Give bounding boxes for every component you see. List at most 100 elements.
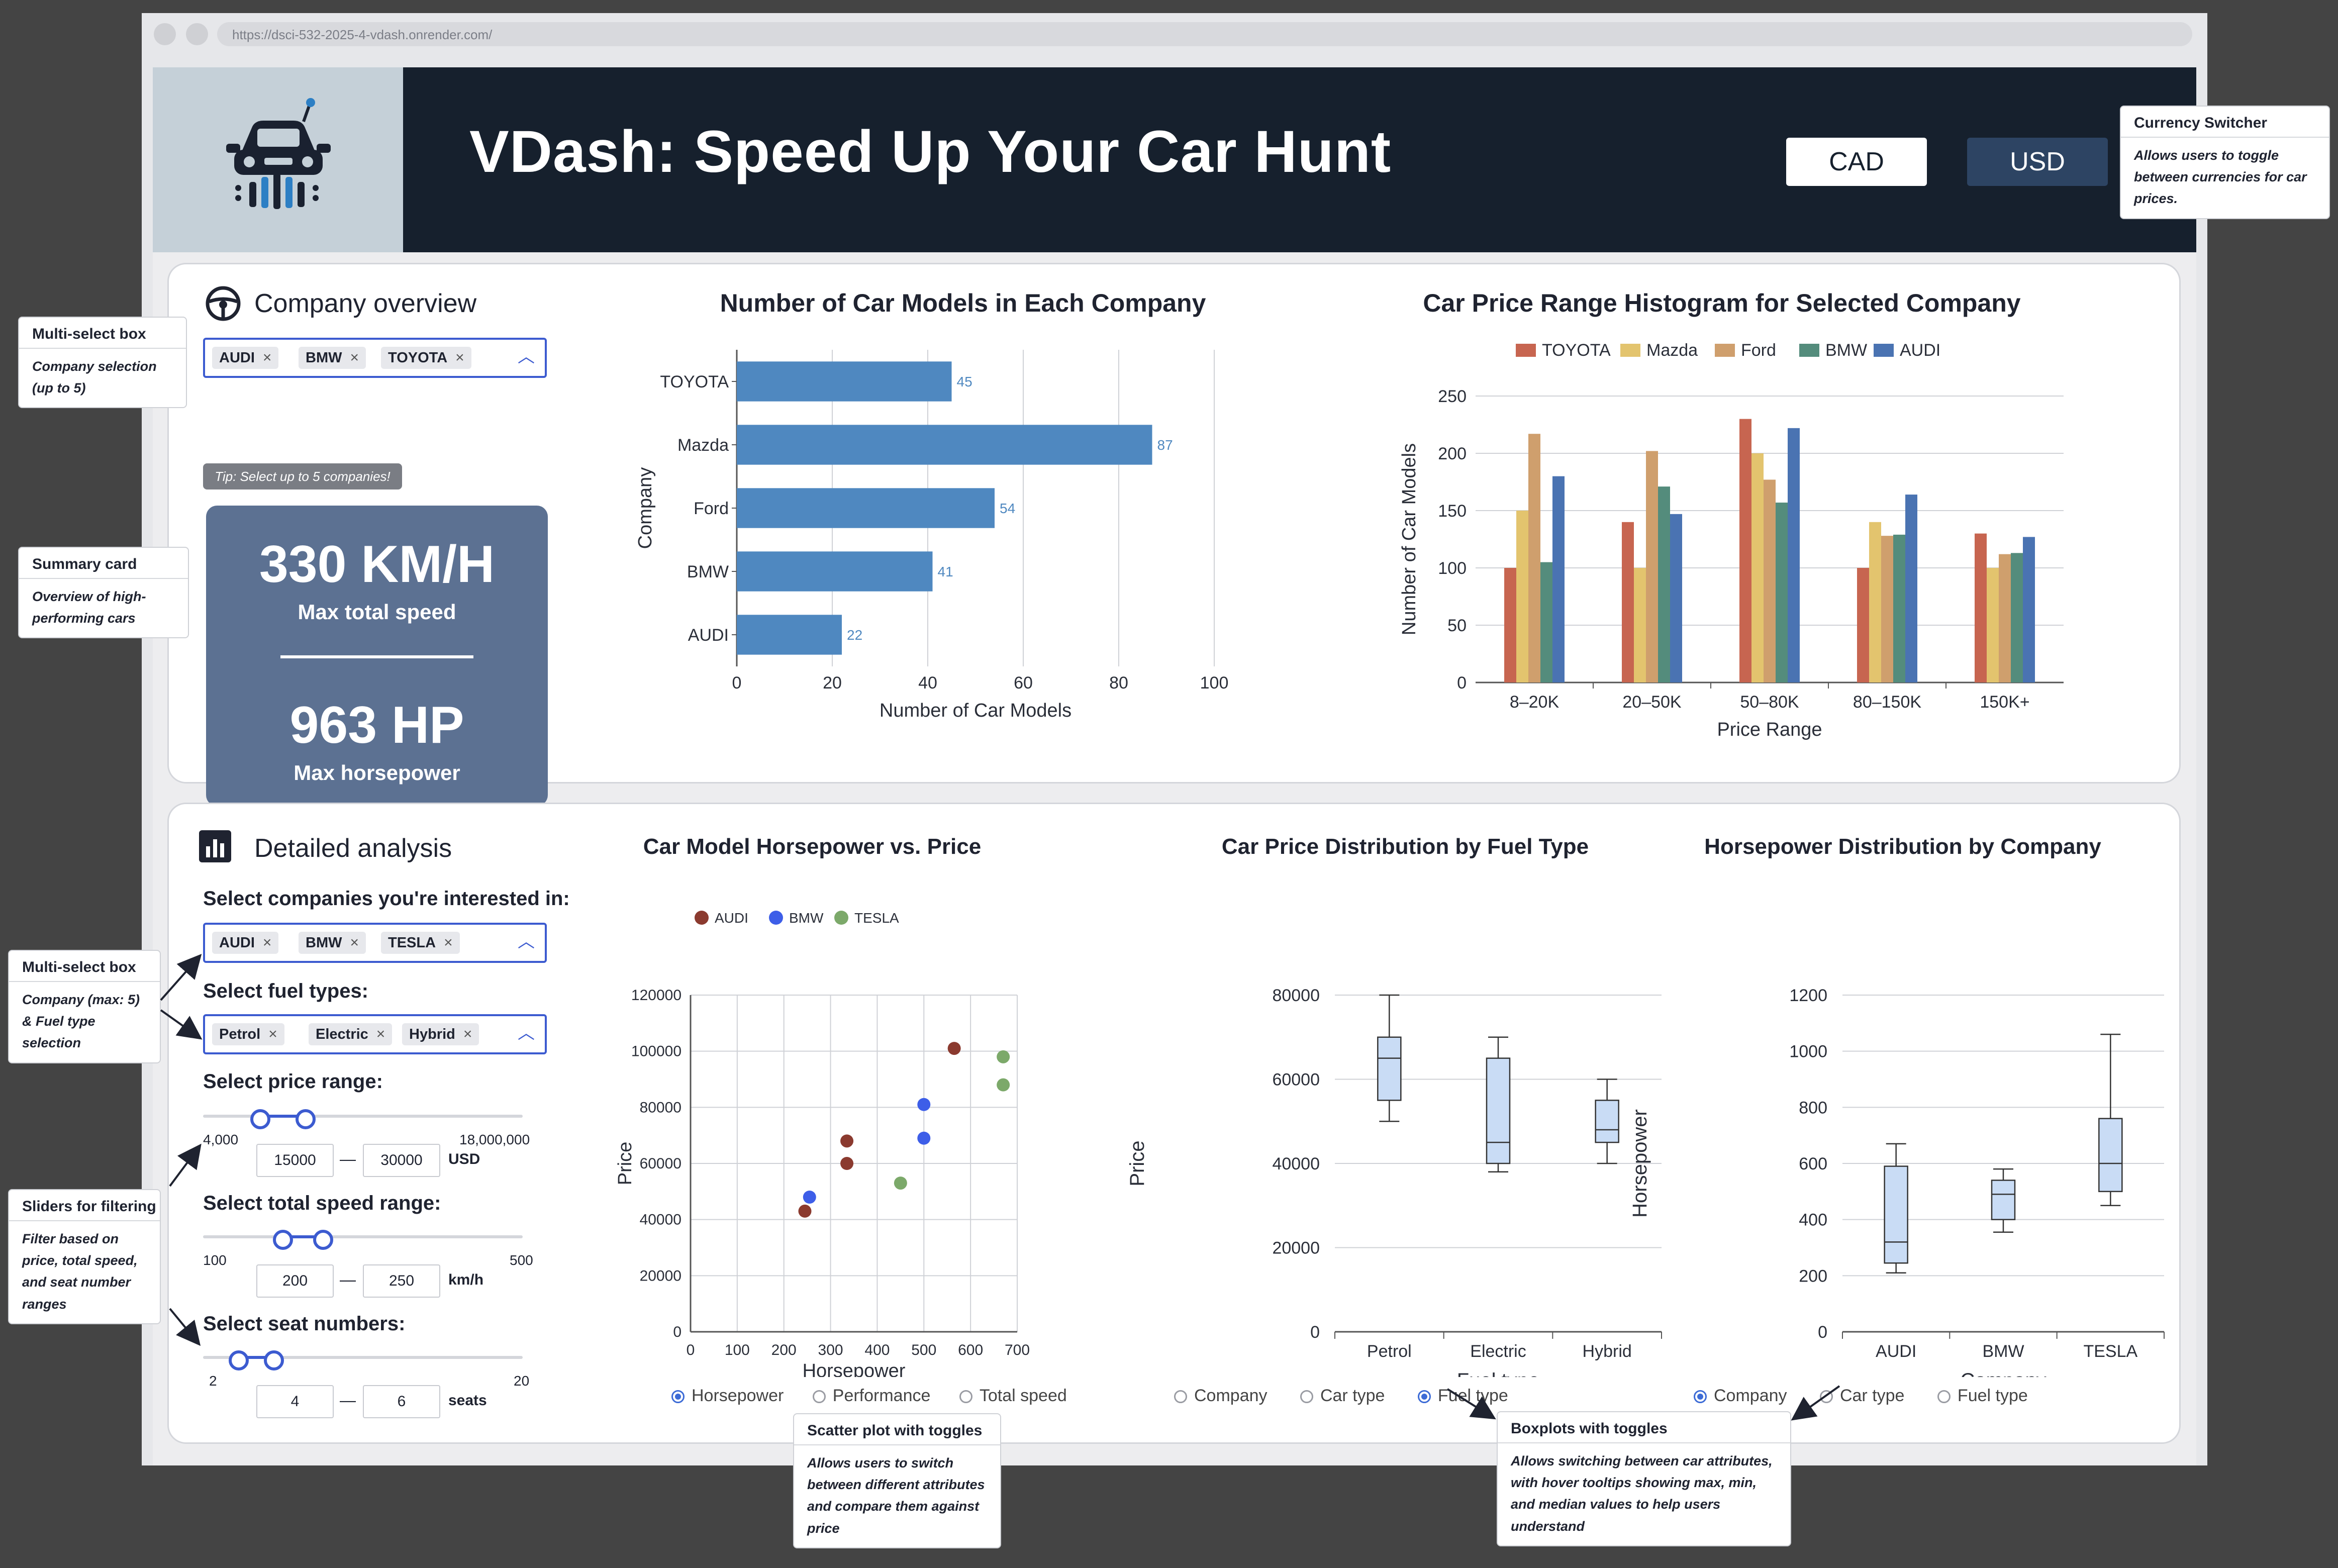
chip-fuel[interactable]: Hybrid × xyxy=(402,1023,479,1045)
chip-fuel[interactable]: Electric × xyxy=(309,1023,393,1045)
chip-company[interactable]: AUDI × xyxy=(212,347,279,369)
models-bar-chart: 0 20 40 60 80 100 TOYOTA 45 Mazda 87 Ford 54 BMW 41 AU… xyxy=(635,350,1228,721)
y-tick-label: 800 xyxy=(1799,1098,1827,1117)
remove-chip-icon[interactable]: × xyxy=(263,349,272,366)
remove-chip-icon[interactable]: × xyxy=(455,349,464,366)
scatter-toggle-option[interactable]: Horsepower xyxy=(671,1386,784,1405)
chip-label: TOYOTA xyxy=(388,349,448,366)
slider-handle-low[interactable] xyxy=(273,1230,293,1250)
window-minimize-icon[interactable] xyxy=(186,23,208,45)
speed-range-slider[interactable] xyxy=(203,1230,523,1250)
chip-company[interactable]: BMW × xyxy=(299,932,366,954)
bar xyxy=(1516,511,1528,682)
slider-handle-high[interactable] xyxy=(264,1350,284,1370)
window-close-icon[interactable] xyxy=(154,23,176,45)
x-tick-label: 50–80K xyxy=(1740,693,1799,712)
chip-company[interactable]: TOYOTA × xyxy=(381,347,471,369)
remove-chip-icon[interactable]: × xyxy=(444,934,453,951)
x-tick-label: TESLA xyxy=(2083,1342,2137,1361)
slider-handle-low[interactable] xyxy=(228,1350,249,1370)
analysis-company-multiselect[interactable]: AUDI × BMW × TESLA × ︿ xyxy=(203,923,547,963)
seats-min-input[interactable]: 4 xyxy=(256,1385,334,1418)
x-tick-label: Hybrid xyxy=(1583,1342,1632,1361)
chip-label: Hybrid xyxy=(409,1026,455,1042)
toggle-label: Company xyxy=(1194,1386,1268,1405)
slider-handle-high[interactable] xyxy=(295,1109,316,1129)
radio-icon[interactable] xyxy=(671,1390,685,1403)
x-tick-label: 300 xyxy=(818,1342,843,1358)
slider-handle-high[interactable] xyxy=(313,1230,333,1250)
chip-company[interactable]: BMW × xyxy=(299,347,366,369)
y-tick-label: 20000 xyxy=(640,1267,681,1284)
annotation-multiselect-2: Multi-select box Company (max: 5) & Fuel… xyxy=(9,951,160,1062)
radio-icon[interactable] xyxy=(1417,1390,1431,1403)
scatter-point xyxy=(917,1098,931,1111)
bar xyxy=(1540,562,1552,682)
remove-chip-icon[interactable]: × xyxy=(350,934,359,951)
scatter-point xyxy=(917,1131,931,1145)
y-axis-label: Company xyxy=(635,467,656,549)
hpbox-toggle-option[interactable]: Car type xyxy=(1819,1386,1904,1405)
fuelbox-toggle-option[interactable]: Company xyxy=(1174,1386,1268,1405)
chip-label: AUDI xyxy=(219,934,255,951)
chevron-up-icon[interactable]: ︿ xyxy=(518,928,535,952)
currency-usd-button[interactable]: USD xyxy=(1967,138,2108,186)
scatter-toggle-option[interactable]: Total speed xyxy=(959,1386,1067,1405)
remove-chip-icon[interactable]: × xyxy=(268,1026,277,1043)
speed-min-input[interactable]: 200 xyxy=(256,1264,334,1298)
scatter-toggle-option[interactable]: Performance xyxy=(812,1386,930,1405)
price-range-slider[interactable] xyxy=(203,1109,523,1129)
radio-icon[interactable] xyxy=(959,1390,972,1403)
bar xyxy=(1869,522,1881,682)
url-bar[interactable]: https://dsci-532-2025-4-vdash.onrender.c… xyxy=(217,22,2192,46)
speed-max-input[interactable]: 250 xyxy=(363,1264,440,1298)
x-tick-label: Petrol xyxy=(1367,1342,1412,1361)
chip-company[interactable]: TESLA × xyxy=(381,932,460,954)
seats-max-input[interactable]: 6 xyxy=(363,1385,440,1418)
chip-fuel[interactable]: Petrol × xyxy=(212,1023,284,1045)
chevron-up-icon[interactable]: ︿ xyxy=(518,343,535,367)
fuel-type-multiselect[interactable]: Petrol × Electric × Hybrid × ︿ xyxy=(203,1014,547,1054)
chevron-up-icon[interactable]: ︿ xyxy=(518,1019,535,1044)
radio-icon[interactable] xyxy=(1937,1390,1951,1403)
steering-wheel-icon xyxy=(206,286,241,321)
remove-chip-icon[interactable]: × xyxy=(463,1026,472,1043)
seat-range-slider[interactable] xyxy=(203,1350,523,1370)
legend-label: TESLA xyxy=(854,910,899,926)
seats-unit: seats xyxy=(448,1392,487,1409)
fuelbox-toggle-option[interactable]: Car type xyxy=(1300,1386,1385,1405)
y-tick-label: 0 xyxy=(673,1324,681,1340)
chip-label: AUDI xyxy=(219,349,255,366)
remove-chip-icon[interactable]: × xyxy=(376,1026,385,1043)
radio-icon[interactable] xyxy=(1694,1390,1707,1403)
remove-chip-icon[interactable]: × xyxy=(263,934,272,951)
seats-max-text: 20 xyxy=(514,1373,530,1389)
chip-company[interactable]: AUDI × xyxy=(212,932,279,954)
fuel-box-title: Car Price Distribution by Fuel Type xyxy=(1221,834,1589,859)
bar xyxy=(1857,568,1869,682)
fuelbox-toggle-option[interactable]: Fuel type xyxy=(1417,1386,1508,1405)
car-logo-icon xyxy=(226,98,331,209)
x-tick-label: 600 xyxy=(958,1342,983,1358)
bar xyxy=(1751,453,1764,682)
slider-handle-low[interactable] xyxy=(250,1109,271,1129)
radio-icon[interactable] xyxy=(1300,1390,1313,1403)
company-multiselect[interactable]: AUDI × BMW × TOYOTA × ︿ xyxy=(203,338,547,378)
y-tick-label: 600 xyxy=(1799,1154,1827,1173)
price-min-input[interactable]: 15000 xyxy=(256,1144,334,1177)
hpbox-toggle-option[interactable]: Company xyxy=(1694,1386,1787,1405)
radio-icon[interactable] xyxy=(1174,1390,1187,1403)
remove-chip-icon[interactable]: × xyxy=(350,349,359,366)
price-max-input[interactable]: 30000 xyxy=(363,1144,440,1177)
legend-marker xyxy=(769,911,783,925)
speed-min-text: 100 xyxy=(203,1252,227,1268)
radio-icon[interactable] xyxy=(1819,1390,1833,1403)
slider-track[interactable] xyxy=(203,1235,523,1238)
max-speed-value: 330 KM/H xyxy=(259,535,495,594)
x-tick-label: 700 xyxy=(1005,1342,1030,1358)
currency-cad-button[interactable]: CAD xyxy=(1786,138,1927,186)
scatter-point xyxy=(798,1204,812,1218)
radio-icon[interactable] xyxy=(812,1390,826,1403)
hpbox-toggle-option[interactable]: Fuel type xyxy=(1937,1386,2028,1405)
bar xyxy=(1987,568,1999,682)
